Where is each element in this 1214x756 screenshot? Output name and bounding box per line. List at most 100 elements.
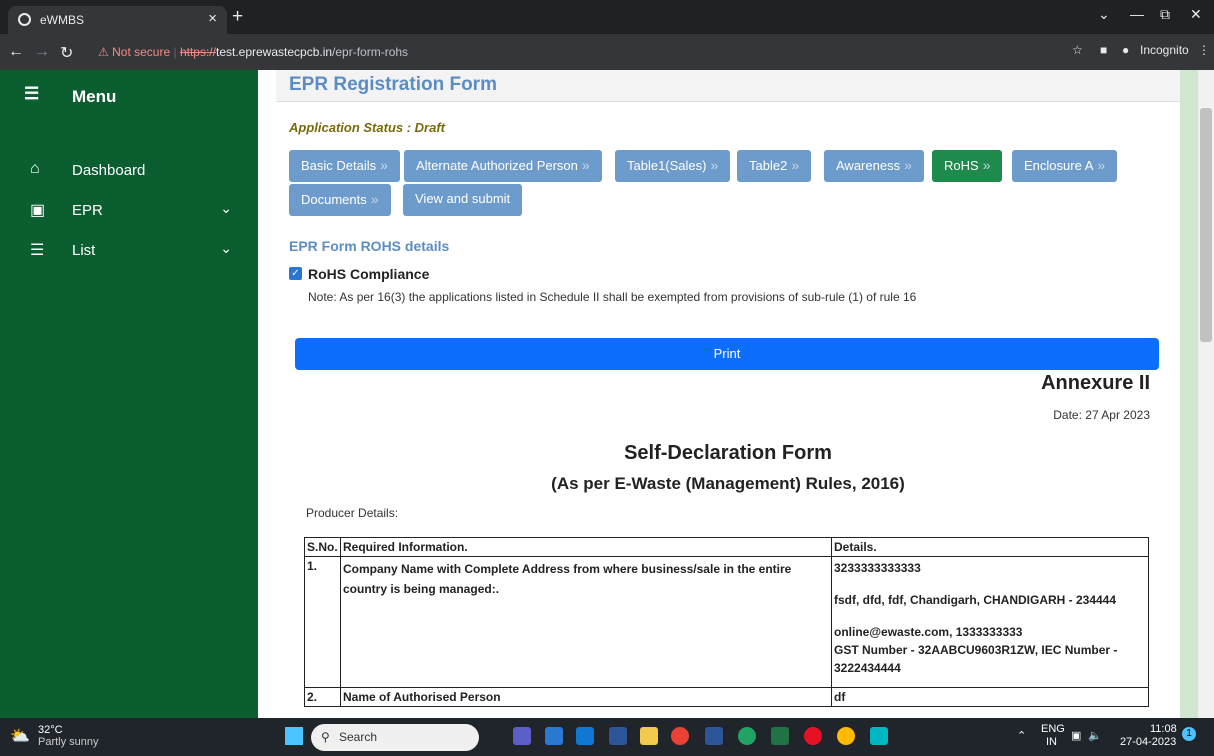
- table-row: 1. Company Name with Complete Address fr…: [304, 556, 1149, 688]
- step-basic-details[interactable]: Basic Details»: [289, 150, 400, 182]
- annexure-title: Annexure II: [1041, 372, 1150, 394]
- form-date: Date: 27 Apr 2023: [1053, 408, 1150, 422]
- row-info: Company Name with Complete Address from …: [340, 556, 832, 688]
- step-view-and-submit[interactable]: View and submit: [403, 184, 523, 216]
- step-awareness[interactable]: Awareness»: [824, 150, 924, 182]
- sidebar-item-label: Dashboard: [72, 162, 146, 179]
- globe-icon: [18, 13, 31, 26]
- volume-icon[interactable]: 🔈: [1088, 729, 1102, 742]
- bookmark-star-icon[interactable]: ☆: [1072, 43, 1083, 57]
- main-content: EPR Registration Form Application Status…: [276, 70, 1180, 718]
- clipboard-user-icon: ▣: [30, 202, 46, 219]
- url-scheme: https://: [179, 45, 216, 59]
- home-icon: ⌂: [30, 160, 40, 177]
- app-icon[interactable]: [870, 727, 888, 745]
- sidebar-item-label: EPR: [72, 202, 103, 219]
- url-host: test.eprewastecpcb.in: [215, 45, 333, 59]
- search-icon: ⚲: [321, 730, 330, 744]
- rohs-checkbox[interactable]: ✓: [289, 267, 302, 280]
- windows-start-icon[interactable]: [285, 727, 303, 745]
- photos-icon[interactable]: [837, 727, 855, 745]
- menu-label: Menu: [72, 87, 117, 106]
- word-icon[interactable]: [705, 727, 723, 745]
- back-icon[interactable]: ←: [8, 43, 24, 61]
- weather-text: Partly sunny: [38, 736, 99, 748]
- hamburger-icon: ☰: [24, 84, 40, 103]
- application-status: Application Status : Draft: [289, 120, 446, 135]
- sidebar-item-label: List: [72, 242, 96, 259]
- rohs-checkbox-label[interactable]: RoHS Compliance: [308, 266, 429, 282]
- step-table1-sales[interactable]: Table1(Sales)»: [615, 150, 731, 182]
- incognito-label: Incognito: [1140, 43, 1189, 57]
- step-alternate-authorized-person[interactable]: Alternate Authorized Person»: [404, 150, 602, 182]
- network-icon[interactable]: ▣: [1071, 729, 1081, 742]
- column-header: S.No.: [304, 537, 341, 557]
- restore-button[interactable]: ⧉: [1160, 6, 1170, 23]
- browser-menu-icon[interactable]: ⋮: [1198, 43, 1210, 57]
- tab-title: eWMBS: [40, 13, 85, 27]
- form-subtitle: (As per E-Waste (Management) Rules, 2016…: [551, 474, 905, 493]
- url-path: /epr-form-rohs: [332, 45, 409, 59]
- chevron-down-icon: ⌄: [220, 200, 232, 216]
- file-explorer-icon[interactable]: [640, 727, 658, 745]
- step-rohs[interactable]: RoHS»: [932, 150, 1003, 182]
- row-info: Name of Authorised Person: [340, 687, 832, 707]
- mail-icon[interactable]: [576, 727, 594, 745]
- row-number: 2.: [304, 687, 341, 707]
- sidebar-item-list[interactable]: ☰ List ⌄: [24, 240, 238, 262]
- reload-icon[interactable]: ↻: [60, 43, 73, 63]
- calculator-icon[interactable]: [609, 727, 627, 745]
- scrollbar-thumb[interactable]: [1200, 108, 1212, 342]
- sidebar: ☰ Menu ⌂ Dashboard ▣ EPR ⌄ ☰ List ⌄: [0, 70, 258, 718]
- table-header-row: S.No. Required Information. Details.: [304, 537, 1149, 557]
- tab-search-icon[interactable]: ⌄: [1098, 6, 1110, 23]
- opera-icon[interactable]: [804, 727, 822, 745]
- table-row: 2. Name of Authorised Person df: [304, 687, 1149, 707]
- notification-icon[interactable]: 1: [1182, 727, 1196, 741]
- taskbar-search[interactable]: ⚲ Search: [311, 724, 479, 751]
- sidepanel-icon[interactable]: ■: [1100, 43, 1107, 57]
- chevron-up-icon[interactable]: ⌃: [1017, 729, 1026, 742]
- windows-taskbar: ⛅ 32°C Partly sunny ⚲ Search ⌃ ENG IN ▣ …: [0, 718, 1214, 756]
- row-details: df: [831, 687, 1149, 707]
- edge-icon[interactable]: [738, 727, 756, 745]
- column-header: Required Information.: [340, 537, 832, 557]
- chrome-icon[interactable]: [671, 727, 689, 745]
- rohs-note: Note: As per 16(3) the applications list…: [308, 290, 917, 304]
- store-icon[interactable]: [545, 727, 563, 745]
- sidebar-item-dashboard[interactable]: ⌂ Dashboard: [24, 160, 238, 182]
- page-header: EPR Registration Form: [276, 70, 1180, 102]
- language[interactable]: ENG: [1041, 723, 1065, 735]
- producer-details-label: Producer Details:: [306, 506, 399, 520]
- row-number: 1.: [304, 556, 341, 688]
- browser-toolbar: ← → ↻ ⚠ Not secure | https://test.eprewa…: [0, 34, 1214, 70]
- minimize-button[interactable]: —: [1130, 6, 1144, 22]
- meet-icon[interactable]: [513, 727, 531, 745]
- row-details: 3233333333333 fsdf, dfd, fdf, Chandigarh…: [831, 556, 1149, 688]
- browser-titlebar: eWMBS × + ⌄ — ⧉ ✕: [0, 0, 1214, 34]
- form-title: Self-Declaration Form: [624, 442, 832, 464]
- step-table2[interactable]: Table2»: [737, 150, 812, 182]
- sidebar-item-epr[interactable]: ▣ EPR ⌄: [24, 200, 238, 222]
- list-icon: ☰: [30, 242, 45, 259]
- security-label: Not secure: [112, 45, 171, 59]
- browser-tab[interactable]: eWMBS ×: [8, 6, 227, 34]
- new-tab-button[interactable]: +: [232, 6, 243, 28]
- region: IN: [1046, 736, 1057, 748]
- producer-table: S.No. Required Information. Details. 1. …: [304, 537, 1149, 707]
- page-title: EPR Registration Form: [289, 74, 497, 95]
- excel-icon[interactable]: [771, 727, 789, 745]
- warning-icon: ⚠: [98, 45, 109, 59]
- tab-close-button[interactable]: ×: [208, 10, 217, 27]
- clock-time[interactable]: 11:08: [1150, 723, 1177, 735]
- partly-sunny-icon: ⛅: [10, 728, 30, 745]
- clock-date: 27-04-2023: [1120, 736, 1177, 748]
- address-bar[interactable]: ⚠ Not secure | https://test.eprewastecpc…: [98, 39, 1056, 65]
- section-title: EPR Form ROHS details: [289, 238, 450, 254]
- forward-icon[interactable]: →: [34, 43, 50, 61]
- incognito-icon: ●: [1122, 43, 1130, 57]
- step-documents[interactable]: Documents»: [289, 184, 391, 216]
- close-window-button[interactable]: ✕: [1190, 6, 1202, 23]
- print-button[interactable]: Print: [295, 338, 1159, 370]
- step-enclosure-a[interactable]: Enclosure A»: [1012, 150, 1118, 182]
